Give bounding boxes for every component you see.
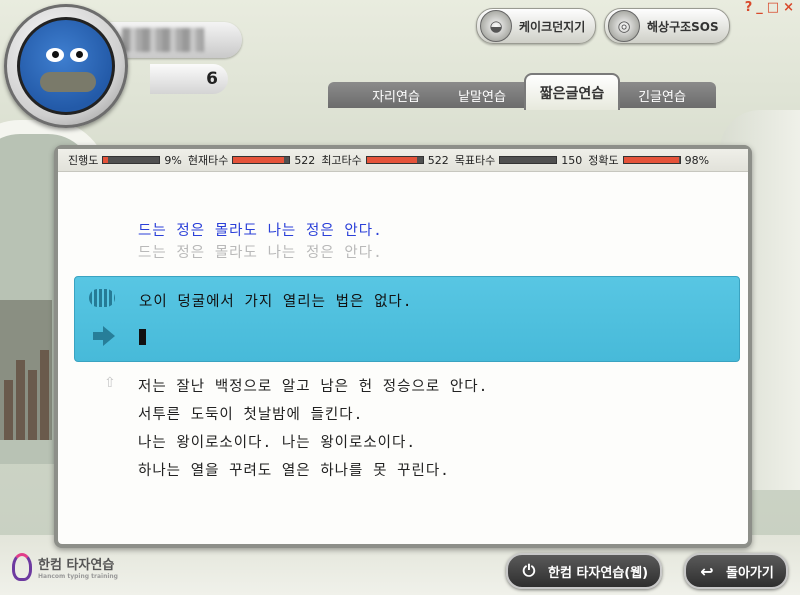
blurred-user-name: [122, 28, 204, 52]
power-icon: ⏻: [522, 561, 536, 580]
cake-game-button[interactable]: ◒ 케이크던지기: [476, 8, 597, 44]
sos-game-label: 해상구조SOS: [647, 19, 719, 34]
tab-short-text[interactable]: 짧은글연습: [524, 73, 620, 110]
brand-subtitle: Hancom typing training: [38, 573, 118, 580]
stat-accuracy: 정확도 98%: [588, 152, 709, 168]
practice-panel: 진행도 9% 현재타수 522 최고타수 522 목표타수 150 정확도 98…: [54, 145, 752, 548]
hancom-logo-icon: [12, 553, 32, 581]
stat-target-speed: 목표타수 150: [455, 152, 582, 168]
previous-target-line: 드는 정은 몰라도 나는 정은 안다.: [138, 245, 383, 261]
stat-label: 진행도: [68, 154, 99, 167]
tab-label: 자리연습: [372, 89, 420, 105]
stat-value: 98%: [684, 153, 710, 167]
window-controls: ? _ □ ×: [745, 0, 794, 15]
background-bookshelf: [0, 300, 52, 440]
current-speed-bar: [232, 156, 291, 164]
back-button[interactable]: ↩ 돌아가기: [684, 553, 788, 589]
stat-label: 목표타수: [454, 154, 496, 167]
speech-bubble-icon: [89, 289, 115, 307]
progress-bar: [102, 156, 161, 164]
tab-key-position[interactable]: 자리연습: [354, 82, 438, 108]
stat-label: 정확도: [588, 154, 619, 167]
stat-label: 최고타수: [321, 154, 362, 167]
help-button[interactable]: ?: [745, 0, 753, 15]
back-arrow-icon: ↩: [700, 561, 714, 581]
web-version-label: 한컴 타자연습(웹): [548, 565, 649, 581]
user-name-plate: [110, 22, 242, 58]
current-sentence-box: 오이 덩굴에서 가지 열리는 법은 없다.: [74, 276, 740, 362]
arrow-up-icon: ⇧: [104, 375, 116, 391]
user-level: 6: [206, 69, 218, 89]
brand-logo: 한컴 타자연습 Hancom typing training: [12, 553, 118, 581]
avatar-character: [17, 17, 115, 115]
lifebuoy-icon: ◎: [608, 10, 640, 42]
stat-label: 현재타수: [187, 154, 229, 167]
stat-progress: 진행도 9%: [68, 152, 182, 168]
stat-value: 522: [427, 153, 449, 167]
brand-name: 한컴 타자연습: [38, 558, 115, 573]
practice-tabs: 자리연습 낱말연습 짧은글연습 긴글연습: [328, 73, 716, 110]
sos-game-button[interactable]: ◎ 해상구조SOS: [604, 8, 730, 44]
typing-input[interactable]: [139, 327, 659, 347]
tab-label: 긴글연습: [638, 89, 686, 105]
stats-bar: 진행도 9% 현재타수 522 최고타수 522 목표타수 150 정확도 98…: [58, 149, 748, 172]
tab-label: 짧은글연습: [539, 85, 605, 102]
tab-long-text[interactable]: 긴글연습: [620, 82, 704, 108]
text-caret: [139, 329, 146, 345]
brand-text: 한컴 타자연습 Hancom typing training: [38, 554, 118, 580]
arrow-right-icon: [93, 326, 115, 346]
current-sentence: 오이 덩굴에서 가지 열리는 법은 없다.: [139, 294, 413, 310]
stat-value: 9%: [164, 153, 182, 167]
web-version-button[interactable]: ⏻ 한컴 타자연습(웹): [506, 553, 663, 589]
target-speed-bar: [499, 156, 558, 164]
upcoming-sentence: 저는 잘난 백정으로 알고 남은 헌 정승으로 안다.: [138, 379, 489, 395]
upcoming-sentence: 서투른 도둑이 첫날밤에 들킨다.: [138, 407, 364, 423]
accuracy-bar: [622, 156, 681, 164]
best-speed-bar: [365, 156, 424, 164]
stat-best-speed: 최고타수 522: [321, 152, 448, 168]
minimize-button[interactable]: _: [756, 0, 763, 15]
back-label: 돌아가기: [726, 565, 774, 581]
stat-value: 522: [294, 153, 316, 167]
previous-typed-line: 드는 정은 몰라도 나는 정은 안다.: [138, 223, 383, 239]
tab-label: 낱말연습: [458, 89, 506, 105]
avatar[interactable]: [4, 4, 128, 128]
cake-game-label: 케이크던지기: [519, 19, 586, 34]
upcoming-sentence: 하나는 열을 꾸려도 열은 하나를 못 꾸린다.: [138, 463, 450, 479]
tab-word[interactable]: 낱말연습: [440, 82, 524, 108]
stat-value: 150: [561, 153, 583, 167]
level-plate: 6: [150, 64, 228, 94]
maximize-button[interactable]: □: [767, 0, 779, 15]
stat-current-speed: 현재타수 522: [188, 152, 315, 168]
cake-icon: ◒: [480, 10, 512, 42]
upcoming-sentence: 나는 왕이로소이다. 나는 왕이로소이다.: [138, 435, 417, 451]
close-button[interactable]: ×: [783, 0, 794, 15]
